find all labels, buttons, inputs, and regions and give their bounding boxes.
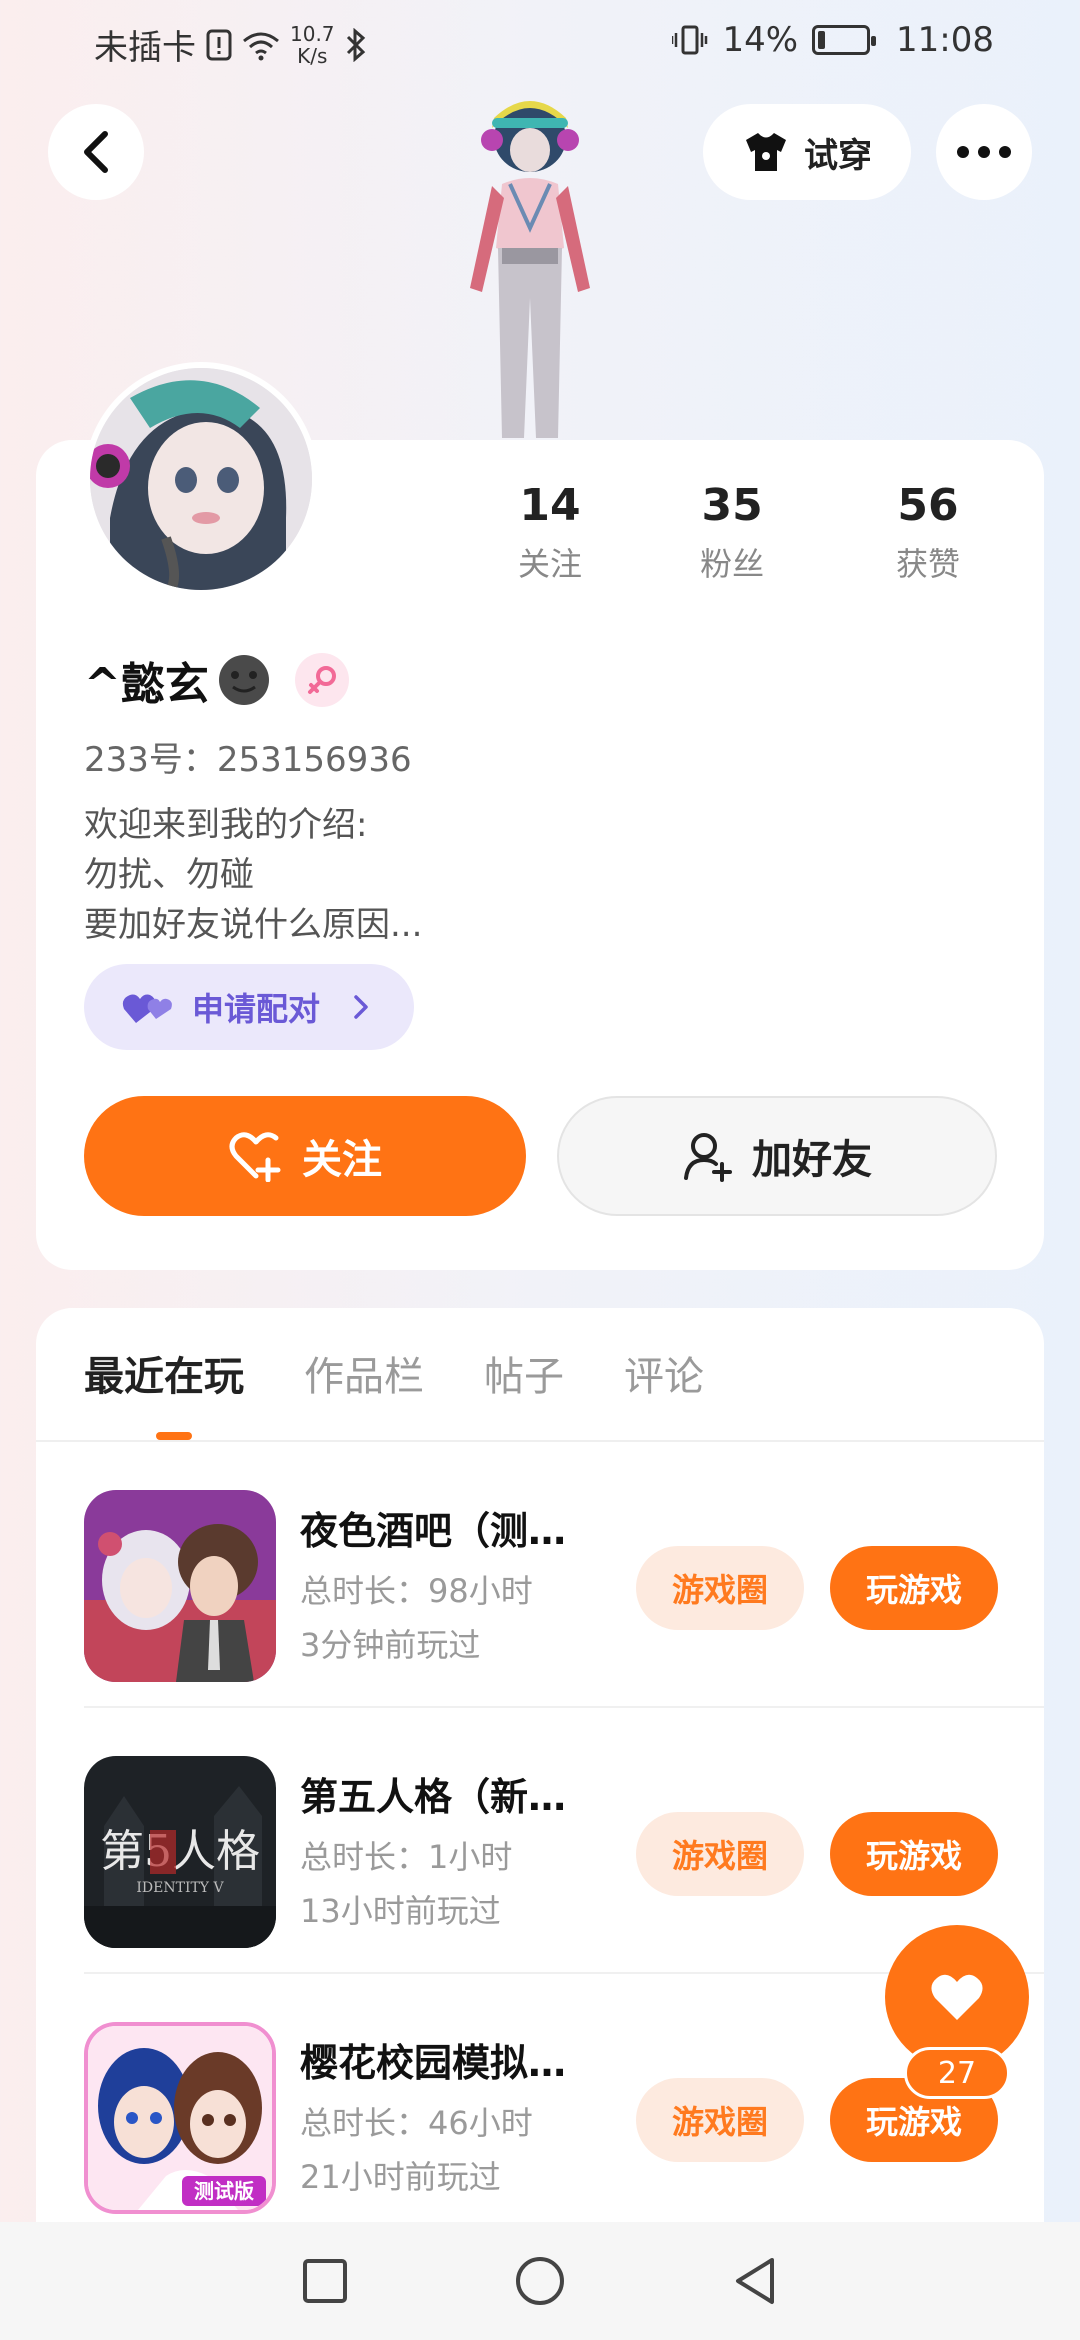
game-icon-nightbar[interactable] [84, 1490, 276, 1682]
game-icon-identity-v[interactable]: 第5人格 IDENTITY V [84, 1756, 276, 1948]
wifi-icon [243, 32, 279, 60]
avatar-figure-image [470, 101, 590, 438]
double-heart-icon [122, 994, 172, 1023]
game-circle-button[interactable]: 游戏圈 [636, 1812, 804, 1896]
game-circle-button[interactable]: 游戏圈 [636, 1546, 804, 1630]
net-speed: 10.7 K/s [290, 23, 335, 67]
recent-games-card: 最近在玩 作品栏 帖子 评论 夜色酒吧（测试版） 总时长：98小时 3分钟前玩过… [36, 1308, 1044, 2340]
profile-tabs: 最近在玩 作品栏 帖子 评论 [84, 1344, 704, 1402]
avatar-image [90, 368, 312, 590]
game-row[interactable]: 第5人格 IDENTITY V 第五人格（新版本） 总时长：1小时 13小时前玩… [84, 1708, 1044, 1974]
tab-recent-play[interactable]: 最近在玩 [84, 1344, 244, 1402]
game-last-played: 3分钟前玩过 [300, 1626, 481, 1664]
try-on-label: 试穿 [804, 135, 872, 176]
game-icon-sakura-school[interactable]: 测试版 [84, 2022, 276, 2214]
game-title: 第五人格（新版本） [300, 1775, 600, 1819]
try-on-button[interactable]: 试穿 [703, 104, 911, 200]
game-row[interactable]: 夜色酒吧（测试版） 总时长：98小时 3分钟前玩过 游戏圈 玩游戏 [84, 1442, 1044, 1708]
identity-v-game-image: 第5人格 IDENTITY V [84, 1756, 276, 1948]
stat-followers-count: 35 [701, 480, 763, 531]
tab-works[interactable]: 作品栏 [304, 1344, 424, 1402]
heart-plus-icon [229, 1132, 281, 1182]
svg-text:IDENTITY V: IDENTITY V [136, 1880, 224, 1896]
follow-button[interactable]: 关注 [84, 1096, 526, 1216]
add-friend-label: 加好友 [752, 1137, 872, 1183]
net-speed-unit: K/s [297, 43, 328, 68]
stat-likes[interactable]: 56 获赞 [830, 480, 1026, 585]
follow-label: 关注 [302, 1137, 382, 1183]
game-last-played: 21小时前玩过 [300, 2158, 501, 2196]
avatar[interactable] [84, 362, 318, 596]
play-game-button[interactable]: 玩游戏 [830, 1546, 998, 1630]
heart-icon [931, 1974, 983, 2020]
sakura-school-game-image: 测试版 [88, 2026, 272, 2210]
vibrate-icon [672, 25, 708, 55]
name-row: ^懿玄 [84, 648, 349, 712]
stat-followers[interactable]: 35 粉丝 [634, 480, 830, 585]
user-bio: 欢迎来到我的介绍: 勿扰、勿碰 要加好友说什么原因... [84, 805, 423, 945]
game-circle-button[interactable]: 游戏圈 [636, 2078, 804, 2162]
net-speed-value: 10.7 [290, 21, 335, 46]
moon-face-emoji-icon [218, 655, 269, 705]
add-friend-button[interactable]: 加好友 [557, 1096, 997, 1216]
recent-apps-square-icon[interactable] [302, 2258, 348, 2304]
gender-badge [294, 653, 349, 707]
more-dots-icon [957, 146, 1011, 158]
chevron-left-icon [84, 131, 108, 173]
stat-following[interactable]: 14 关注 [466, 480, 634, 585]
chevron-right-icon [354, 995, 368, 1019]
shirt-icon [746, 133, 786, 171]
stat-followers-label: 粉丝 [700, 545, 765, 583]
user-name: ^懿玄 [84, 659, 209, 710]
home-circle-icon[interactable] [514, 2255, 566, 2307]
female-icon [307, 666, 336, 694]
tab-comments[interactable]: 评论 [624, 1344, 704, 1402]
carrier-text: 未插卡 [94, 28, 196, 68]
svg-text:测试版: 测试版 [194, 2179, 254, 2203]
like-count-badge: 27 [904, 2047, 1010, 2099]
battery-icon [812, 25, 877, 55]
game-title: 樱花校园模拟器（测试版） [300, 2041, 600, 2085]
game-title: 夜色酒吧（测试版） [300, 1509, 600, 1553]
clock: 11:08 [896, 20, 994, 60]
stat-likes-count: 56 [897, 480, 959, 531]
game-total-time: 总时长：98小时 [300, 1572, 533, 1610]
back-triangle-icon[interactable] [732, 2256, 778, 2306]
back-button[interactable] [48, 104, 144, 200]
add-user-icon [684, 1133, 732, 1182]
stats-row: 14 关注 35 粉丝 56 获赞 [466, 480, 1026, 585]
active-tab-indicator [156, 1432, 192, 1440]
sim-alert-icon [206, 29, 232, 60]
status-bar: 未插卡 10.7 K/s 14% 11:08 [0, 0, 1080, 86]
status-left: 未插卡 10.7 K/s [94, 20, 367, 69]
tab-posts[interactable]: 帖子 [484, 1344, 564, 1402]
stat-likes-label: 获赞 [896, 545, 961, 583]
battery-level-fill [818, 31, 826, 49]
system-nav-bar [0, 2222, 1080, 2340]
game-total-time: 总时长：46小时 [300, 2104, 533, 2142]
nightbar-game-image [84, 1490, 276, 1682]
battery-percent: 14% [722, 20, 799, 60]
game-total-time: 总时长：1小时 [300, 1838, 513, 1876]
apply-pair-button[interactable]: 申请配对 [84, 964, 414, 1050]
stat-following-label: 关注 [518, 545, 583, 583]
more-button[interactable] [936, 104, 1032, 200]
svg-text:第5人格: 第5人格 [100, 1826, 260, 1877]
apply-pair-label: 申请配对 [192, 990, 321, 1028]
status-right: 14% 11:08 [672, 20, 994, 60]
game-last-played: 13小时前玩过 [300, 1892, 501, 1930]
user-id: 233号：253156936 [84, 740, 412, 780]
play-game-button[interactable]: 玩游戏 [830, 1812, 998, 1896]
bluetooth-icon [346, 27, 365, 62]
stat-following-count: 14 [519, 480, 581, 531]
